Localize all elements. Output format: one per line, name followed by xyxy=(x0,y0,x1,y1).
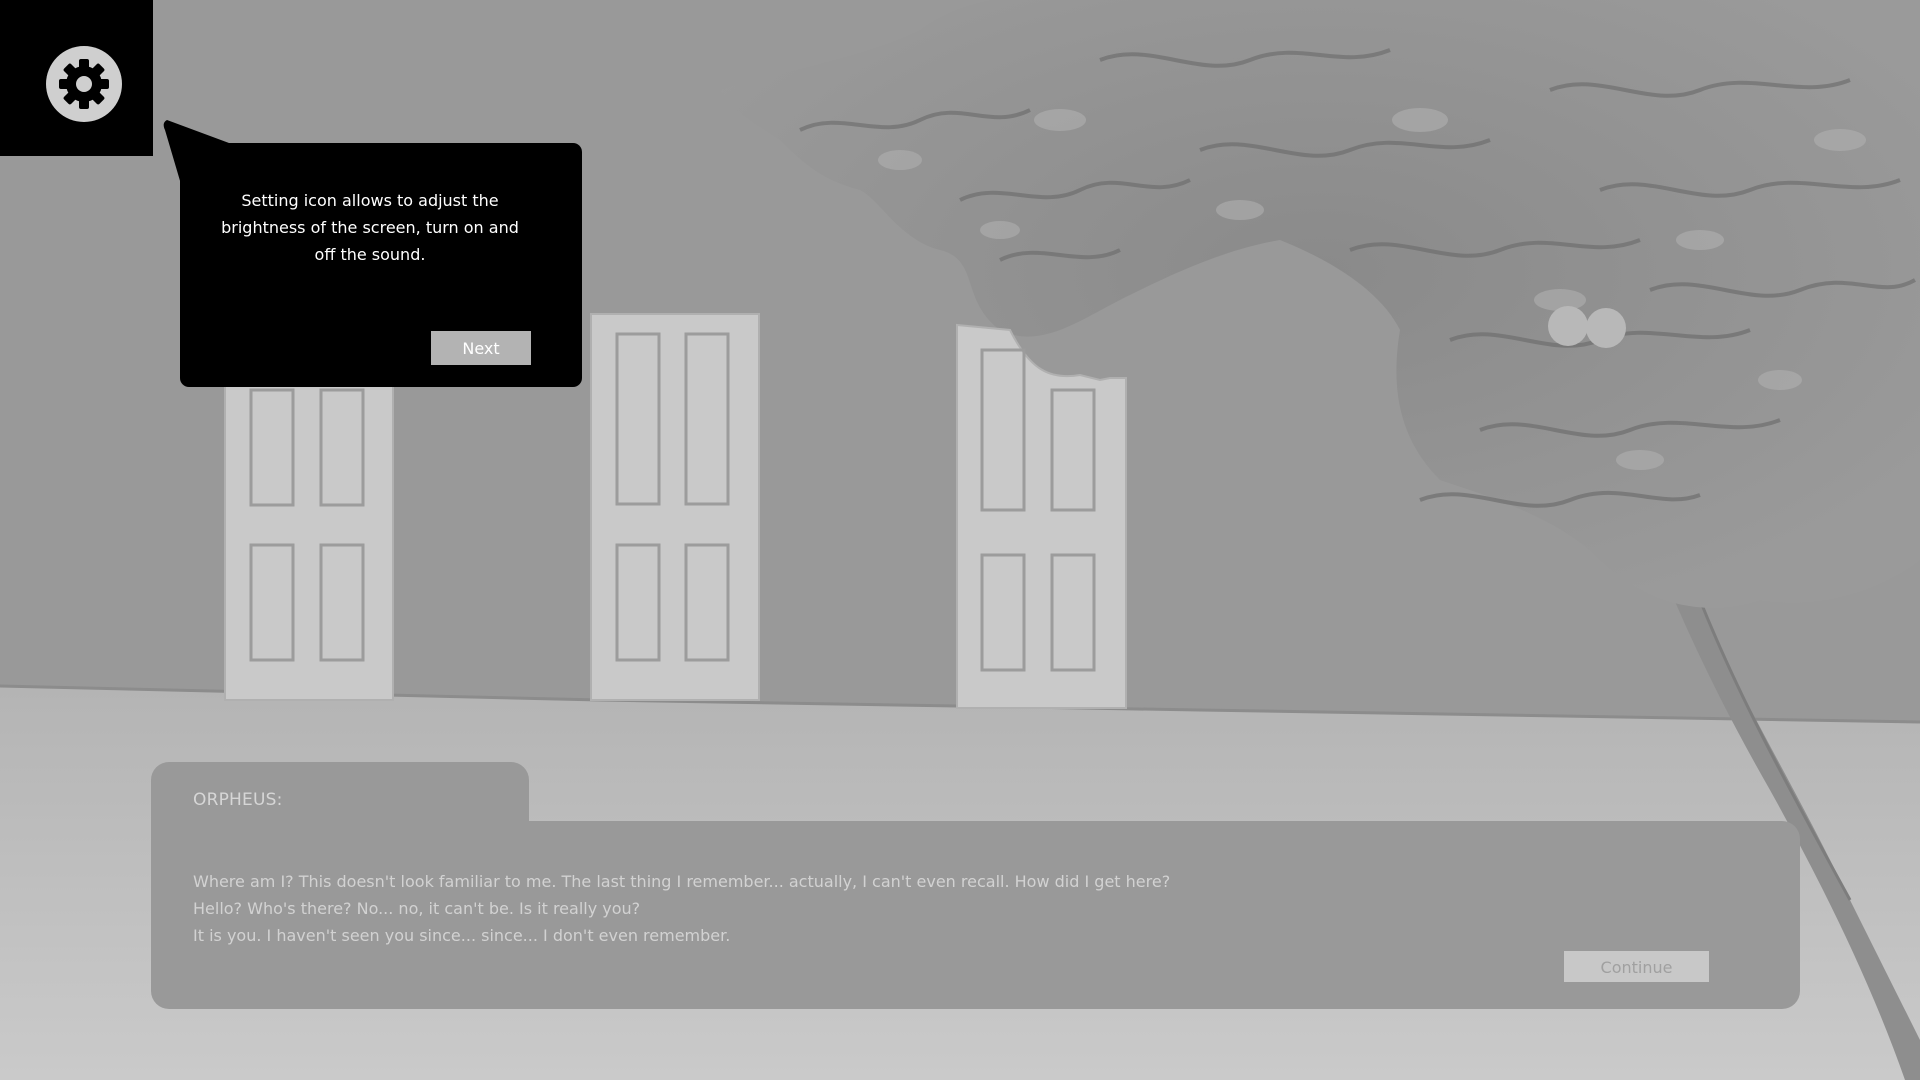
gear-icon xyxy=(46,46,122,122)
next-button[interactable]: Next xyxy=(431,331,531,365)
dialog-line: Where am I? This doesn't look familiar t… xyxy=(193,872,1171,891)
speaker-name: ORPHEUS: xyxy=(193,790,283,810)
settings-button[interactable] xyxy=(0,0,153,156)
dialog-line: Hello? Who's there? No... no, it can't b… xyxy=(193,899,641,918)
dialog-text: Where am I? This doesn't look familiar t… xyxy=(193,868,1170,949)
dialog-box: ORPHEUS: Where am I? This doesn't look f… xyxy=(151,762,1800,1009)
tutorial-tooltip: Setting icon allows to adjust the bright… xyxy=(180,143,582,387)
door-left xyxy=(224,359,394,701)
door-right xyxy=(956,323,1127,709)
game-scene: Setting icon allows to adjust the bright… xyxy=(0,0,1920,1080)
dialog-line: It is you. I haven't seen you since... s… xyxy=(193,926,731,945)
continue-button[interactable]: Continue xyxy=(1564,951,1709,982)
door-middle xyxy=(590,313,760,701)
tooltip-text: Setting icon allows to adjust the bright… xyxy=(221,191,519,264)
